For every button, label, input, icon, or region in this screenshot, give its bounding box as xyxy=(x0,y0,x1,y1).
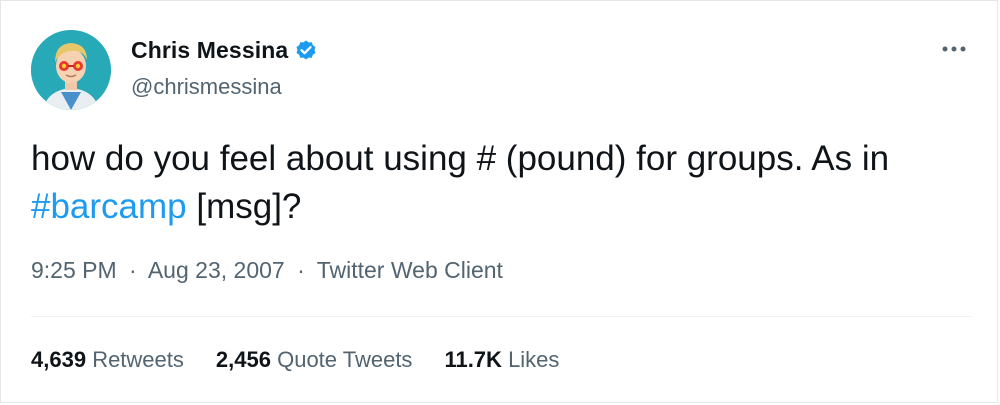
cartoon-avatar-icon xyxy=(31,30,111,110)
retweets-label: Retweets xyxy=(92,347,184,372)
likes-stat[interactable]: 11.7K Likes xyxy=(444,347,559,373)
tweet-stats: 4,639 Retweets 2,456 Quote Tweets 11.7K … xyxy=(31,347,591,373)
divider xyxy=(31,316,971,317)
author-display-name[interactable]: Chris Messina xyxy=(131,37,288,64)
likes-label: Likes xyxy=(508,347,560,372)
retweets-count: 4,639 xyxy=(31,347,87,372)
retweets-stat[interactable]: 4,639 Retweets xyxy=(31,347,184,373)
quote-tweets-label: Quote Tweets xyxy=(277,347,413,372)
tweet-source[interactable]: Twitter Web Client xyxy=(317,257,503,283)
quote-tweets-stat[interactable]: 2,456 Quote Tweets xyxy=(216,347,413,373)
tweet-metadata: 9:25 PM · Aug 23, 2007 · Twitter Web Cli… xyxy=(31,257,503,284)
author-handle[interactable]: @chrismessina xyxy=(131,74,282,100)
tweet-date[interactable]: Aug 23, 2007 xyxy=(148,257,285,283)
tweet-text-part1: how do you feel about using # (pound) fo… xyxy=(31,139,890,178)
more-options-icon[interactable] xyxy=(941,39,967,59)
tweet-card: Chris Messina @chrismessina how do you f… xyxy=(0,0,998,403)
tweet-text-part2: [msg]? xyxy=(186,187,302,226)
meta-separator: · xyxy=(129,257,137,283)
avatar[interactable] xyxy=(31,30,111,110)
likes-count: 11.7K xyxy=(444,347,502,372)
quote-tweets-count: 2,456 xyxy=(215,347,271,372)
tweet-time[interactable]: 9:25 PM xyxy=(31,257,117,283)
tweet-text: how do you feel about using # (pound) fo… xyxy=(31,135,961,231)
meta-separator: · xyxy=(297,257,305,283)
hashtag-link[interactable]: #barcamp xyxy=(31,187,187,226)
author-name-row: Chris Messina xyxy=(131,37,318,64)
verified-badge-icon xyxy=(294,39,318,63)
